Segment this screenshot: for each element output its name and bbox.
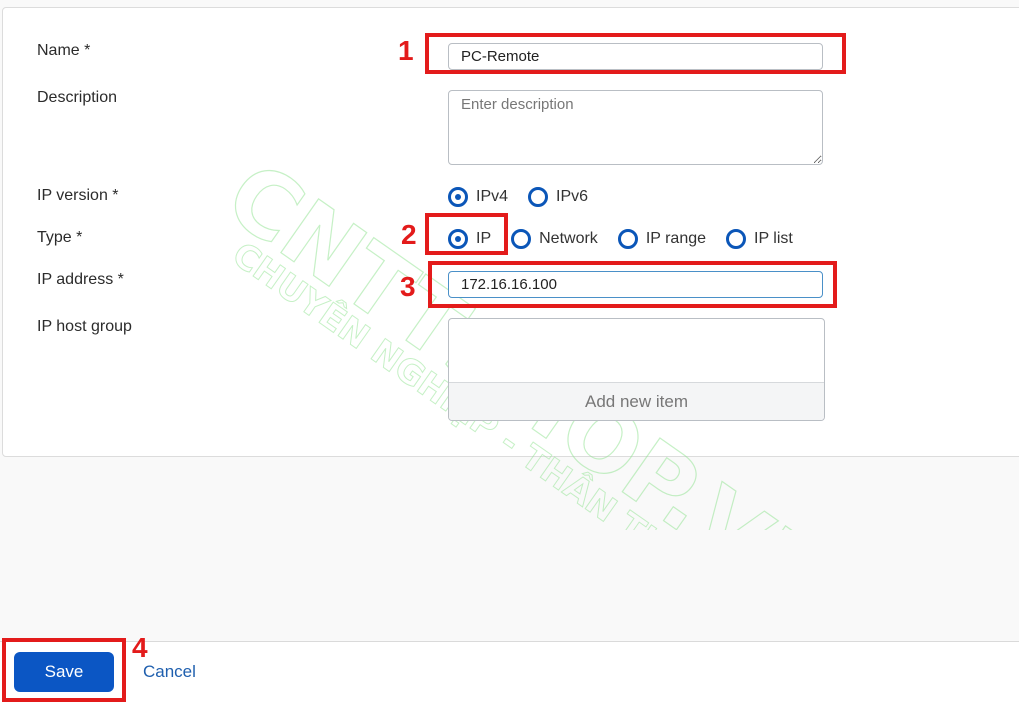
radio-unchecked-icon xyxy=(726,229,747,249)
save-button[interactable]: Save xyxy=(14,652,114,692)
radio-unchecked-icon xyxy=(617,229,638,249)
radio-ipv6-label: IPv6 xyxy=(556,188,589,205)
annotation-number-1: 1 xyxy=(398,35,414,66)
radio-unchecked-icon xyxy=(528,187,549,207)
radio-type-network-label: Network xyxy=(539,230,598,247)
radio-type-ip-list[interactable]: IP list xyxy=(726,229,793,249)
ip-host-group-label: IP host group xyxy=(37,318,132,335)
ip-address-label: IP address * xyxy=(37,271,124,288)
type-radio-group: IP Network IP range IP list xyxy=(448,229,813,249)
radio-checked-icon xyxy=(448,187,468,207)
radio-unchecked-icon xyxy=(511,229,532,249)
type-label: Type * xyxy=(37,229,83,246)
ip-version-label: IP version * xyxy=(37,187,119,204)
ip-address-input[interactable] xyxy=(448,271,823,298)
radio-type-ip-range[interactable]: IP range xyxy=(617,229,707,249)
radio-ipv4-label: IPv4 xyxy=(476,188,509,205)
radio-type-ip[interactable]: IP xyxy=(448,229,491,249)
radio-type-ip-list-label: IP list xyxy=(754,230,793,247)
annotation-number-4: 4 xyxy=(132,632,148,663)
radio-ipv4[interactable]: IPv4 xyxy=(448,187,508,207)
ip-host-group-list[interactable]: Add new item xyxy=(448,318,825,421)
cancel-link[interactable]: Cancel xyxy=(143,662,196,682)
description-label: Description xyxy=(37,89,118,106)
ip-version-radio-group: IPv4 IPv6 xyxy=(448,187,608,207)
radio-type-network[interactable]: Network xyxy=(511,229,598,249)
description-textarea[interactable] xyxy=(448,90,823,165)
annotation-number-3: 3 xyxy=(400,271,416,302)
radio-checked-icon xyxy=(448,229,468,249)
radio-type-ip-range-label: IP range xyxy=(645,230,707,247)
add-new-item-button[interactable]: Add new item xyxy=(449,382,824,420)
name-input[interactable] xyxy=(448,43,823,70)
radio-ipv6[interactable]: IPv6 xyxy=(528,187,588,207)
name-label: Name * xyxy=(37,42,91,59)
annotation-number-2: 2 xyxy=(401,219,417,250)
radio-type-ip-label: IP xyxy=(476,230,492,247)
